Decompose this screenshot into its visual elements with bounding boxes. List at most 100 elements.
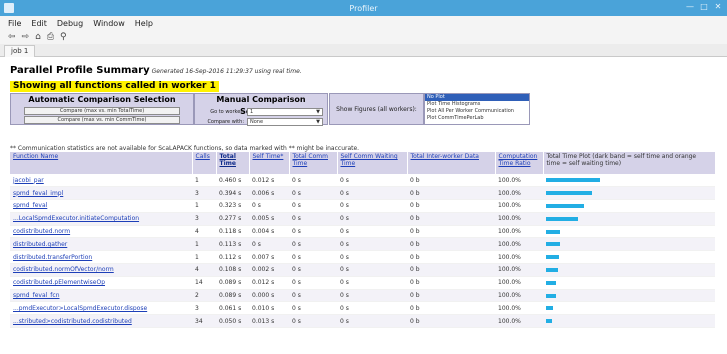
total-time-bar	[546, 229, 561, 234]
menu-window[interactable]: Window	[93, 19, 125, 28]
chevron-down-icon: ▼	[316, 118, 320, 125]
generated-text: Generated 16-Sep-2016 11:29:37 using rea…	[151, 68, 302, 75]
col-total-time-link[interactable]: Total Time	[220, 153, 236, 167]
cell-total: 0.113 s	[216, 237, 249, 252]
col-self-comm-waiting-time[interactable]: Self Comm Waiting Time	[337, 152, 408, 174]
cell-scomm: 0 s	[337, 212, 407, 226]
col-self-time[interactable]: Self Time*	[249, 152, 290, 174]
function-name-link[interactable]: codistributed.norm	[10, 225, 192, 239]
col-computation-ratio-link[interactable]: Computation Time Ratio	[499, 153, 538, 167]
menu-help[interactable]: Help	[135, 19, 153, 28]
cell-tcomm: 0 s	[289, 263, 337, 277]
goto-worker-select[interactable]: 1 ▼	[247, 107, 323, 116]
title-bar: Profiler — □ ✕	[0, 0, 727, 16]
table-row: spmd_feval_impl 3 0.394 s 0.006 s0 s0 s0 b1…	[10, 186, 715, 201]
col-self-time-link[interactable]: Self Time*	[253, 153, 284, 160]
automatic-comparison-heading: Automatic Comparison Selection	[28, 95, 176, 104]
cell-scomm: 0 s	[337, 314, 407, 329]
window-controls: — □ ✕	[685, 2, 723, 11]
figure-option[interactable]: Plot CommTimePerLab	[425, 115, 529, 122]
cell-data: 0 b	[407, 276, 495, 290]
function-name-link[interactable]: jacobi_par	[10, 174, 192, 188]
total-time-bar	[546, 306, 554, 311]
col-total-comm-time[interactable]: Total Comm Time	[289, 152, 338, 174]
figure-option[interactable]: No Plot	[425, 94, 529, 101]
total-time-bar	[546, 191, 593, 196]
cell-total: 0.112 s	[216, 250, 249, 265]
cell-time-plot	[543, 186, 715, 201]
cell-calls: 1	[192, 250, 216, 265]
function-name-link[interactable]: distributed.gather	[10, 237, 192, 252]
col-inter-worker-data-link[interactable]: Total Inter-worker Data	[411, 153, 479, 160]
cell-self: 0.007 s	[249, 250, 289, 265]
compare-comm-time-button[interactable]: Compare (max vs. min CommTime)	[24, 116, 180, 124]
col-calls-link[interactable]: Calls	[196, 153, 210, 160]
menu-debug[interactable]: Debug	[57, 19, 83, 28]
maximize-icon[interactable]: □	[699, 2, 709, 11]
cell-self: 0.002 s	[249, 263, 289, 277]
col-total-inter-worker-data[interactable]: Total Inter-worker Data	[407, 152, 496, 174]
compare-total-time-button[interactable]: Compare (max vs. min TotalTime)	[24, 107, 180, 115]
show-figures-label: Show Figures (all workers):	[329, 93, 424, 125]
function-name-link[interactable]: distributed.transferPortion	[10, 250, 192, 265]
cell-total: 0.394 s	[216, 186, 249, 201]
cell-tcomm: 0 s	[289, 212, 337, 226]
function-name-link[interactable]: spmd_feval_fcn	[10, 289, 192, 303]
cell-data: 0 b	[407, 174, 495, 188]
close-icon[interactable]: ✕	[713, 2, 723, 11]
home-icon[interactable]: ⌂	[35, 32, 41, 42]
cell-total: 0.460 s	[216, 174, 249, 188]
back-icon[interactable]: ⇦	[8, 32, 16, 42]
col-calls[interactable]: Calls	[192, 152, 217, 174]
figure-option[interactable]: Plot Time Histograms	[425, 101, 529, 108]
cell-total: 0.061 s	[216, 301, 249, 316]
col-function-name[interactable]: Function Name	[10, 152, 193, 174]
cell-time-plot	[543, 237, 715, 252]
function-name-link[interactable]: ...pmdExecutor>LocalSpmdExecutor.dispose	[10, 301, 192, 316]
cell-time-plot	[543, 289, 715, 303]
compare-with-row: Compare with: None ▼	[195, 117, 327, 126]
figures-listbox[interactable]: No Plot Plot Time Histograms Plot All Pe…	[424, 93, 530, 125]
cell-calls: 1	[192, 174, 216, 188]
col-total-comm-time-link[interactable]: Total Comm Time	[293, 153, 328, 167]
function-name-link[interactable]: codistributed.normOfVector/norm	[10, 263, 192, 277]
cell-scomm: 0 s	[337, 301, 407, 316]
cell-tcomm: 0 s	[289, 237, 337, 252]
cell-scomm: 0 s	[337, 237, 407, 252]
page-subtitle: Showing all functions called in worker 1	[10, 81, 219, 92]
profile-content: Parallel Profile Summary Generated 16-Sep…	[0, 57, 727, 354]
tab-job-1[interactable]: job 1	[4, 45, 36, 57]
function-name-link[interactable]: spmd_feval_impl	[10, 186, 192, 201]
figure-option[interactable]: Plot All Per Worker Communication	[425, 108, 529, 115]
compare-with-value: None	[250, 118, 264, 125]
print-icon[interactable]: ⎙	[47, 32, 54, 42]
compare-with-select[interactable]: None ▼	[247, 117, 323, 126]
col-function-name-link[interactable]: Function Name	[13, 153, 58, 160]
total-time-bar	[546, 280, 557, 285]
cell-scomm: 0 s	[337, 174, 407, 188]
col-computation-time-ratio[interactable]: Computation Time Ratio	[495, 152, 544, 174]
function-name-link[interactable]: ...stributed>codistributed.codistributed	[10, 314, 192, 329]
function-name-link[interactable]: spmd_feval	[10, 199, 192, 213]
cell-data: 0 b	[407, 212, 495, 226]
cell-data: 0 b	[407, 314, 495, 329]
function-name-link[interactable]: ...LocalSpmdExecutor.initiateComputation	[10, 212, 192, 226]
menu-file[interactable]: File	[8, 19, 21, 28]
menu-edit[interactable]: Edit	[31, 19, 47, 28]
cell-self: 0 s	[249, 237, 289, 252]
cell-data: 0 b	[407, 199, 495, 213]
cell-data: 0 b	[407, 225, 495, 239]
col-self-comm-waiting-link[interactable]: Self Comm Waiting Time	[341, 153, 398, 167]
col-total-time[interactable]: Total Time	[216, 152, 250, 174]
find-icon[interactable]: ⚲	[60, 32, 67, 42]
profile-table: Function Name Calls Total Time Self Time…	[10, 152, 716, 329]
goto-worker-label: Go to worker:	[210, 108, 244, 115]
minimize-icon[interactable]: —	[685, 2, 695, 11]
function-name-link[interactable]: codistributed.pElementwiseOp	[10, 276, 192, 290]
cell-data: 0 b	[407, 263, 495, 277]
forward-icon[interactable]: ⇨	[22, 32, 30, 42]
cell-scomm: 0 s	[337, 186, 407, 201]
window-title: Profiler	[349, 3, 378, 13]
total-time-bar	[546, 242, 560, 247]
cell-time-plot	[543, 250, 715, 265]
